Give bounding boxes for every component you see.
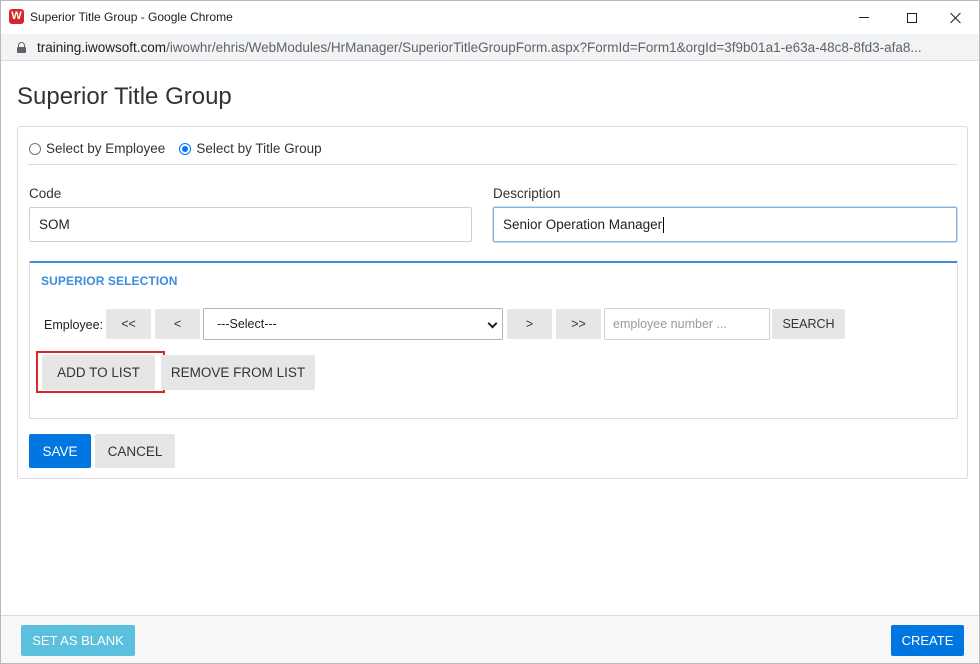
code-input[interactable]: SOM [29, 207, 472, 242]
employee-label: Employee: [44, 318, 104, 332]
form-panel: Select by Employee Select by Title Group… [17, 126, 968, 479]
cancel-button[interactable]: CANCEL [95, 434, 175, 468]
minimize-icon [859, 17, 869, 18]
employee-number-input[interactable]: employee number ... [604, 308, 770, 340]
url-text[interactable]: training.iwowsoft.com/iwowhr/ehris/WebMo… [37, 40, 922, 55]
save-button[interactable]: SAVE [29, 434, 91, 468]
maximize-icon [907, 12, 917, 23]
description-value: Senior Operation Manager [503, 217, 663, 232]
title-bar: W Superior Title Group - Google Chrome [1, 1, 979, 34]
address-bar[interactable]: training.iwowsoft.com/iwowhr/ehris/WebMo… [1, 34, 979, 61]
create-button[interactable]: CREATE [891, 625, 964, 656]
radio-label-select-by-employee[interactable]: Select by Employee [46, 141, 165, 156]
lock-icon [17, 42, 26, 53]
selection-mode-group: Select by Employee Select by Title Group [29, 141, 336, 156]
description-label: Description [493, 186, 561, 201]
code-label: Code [29, 186, 62, 201]
close-button[interactable] [933, 1, 979, 34]
search-button[interactable]: SEARCH [772, 309, 845, 339]
employee-select[interactable]: ---Select--- [203, 308, 503, 340]
radio-select-by-employee[interactable] [29, 142, 41, 155]
add-to-list-button[interactable]: ADD TO LIST [42, 355, 155, 390]
description-input[interactable]: Senior Operation Manager [493, 207, 957, 242]
employee-number-placeholder: employee number ... [613, 317, 727, 331]
window-title: Superior Title Group - Google Chrome [30, 10, 233, 24]
superior-selection-title: SUPERIOR SELECTION [41, 274, 178, 288]
app-logo-icon: W [9, 9, 24, 24]
chevron-down-icon [487, 318, 498, 329]
first-employee-button[interactable]: << [106, 309, 151, 339]
last-employee-button[interactable]: >> [556, 309, 601, 339]
radio-label-select-by-title-group[interactable]: Select by Title Group [196, 141, 321, 156]
divider [28, 164, 957, 165]
code-value: SOM [39, 217, 70, 232]
minimize-button[interactable] [841, 1, 887, 34]
radio-select-by-title-group[interactable] [179, 142, 192, 155]
page-title: Superior Title Group [17, 83, 232, 110]
superior-selection-panel: SUPERIOR SELECTION Employee: << < ---Sel… [29, 261, 958, 419]
maximize-button[interactable] [889, 1, 935, 34]
next-employee-button[interactable]: > [507, 309, 552, 339]
text-caret [663, 216, 665, 233]
previous-employee-button[interactable]: < [155, 309, 200, 339]
page-content: Superior Title Group Select by Employee … [1, 62, 979, 615]
footer-bar: SET AS BLANK CREATE [1, 615, 979, 663]
remove-from-list-button[interactable]: REMOVE FROM LIST [161, 355, 315, 390]
close-icon [950, 12, 962, 24]
set-as-blank-button[interactable]: SET AS BLANK [21, 625, 135, 656]
employee-select-value: ---Select--- [217, 317, 277, 331]
url-host: training.iwowsoft.com [37, 40, 167, 55]
url-path: /iwowhr/ehris/WebModules/HrManager/Super… [166, 40, 922, 55]
browser-window: W Superior Title Group - Google Chrome t… [0, 0, 980, 664]
